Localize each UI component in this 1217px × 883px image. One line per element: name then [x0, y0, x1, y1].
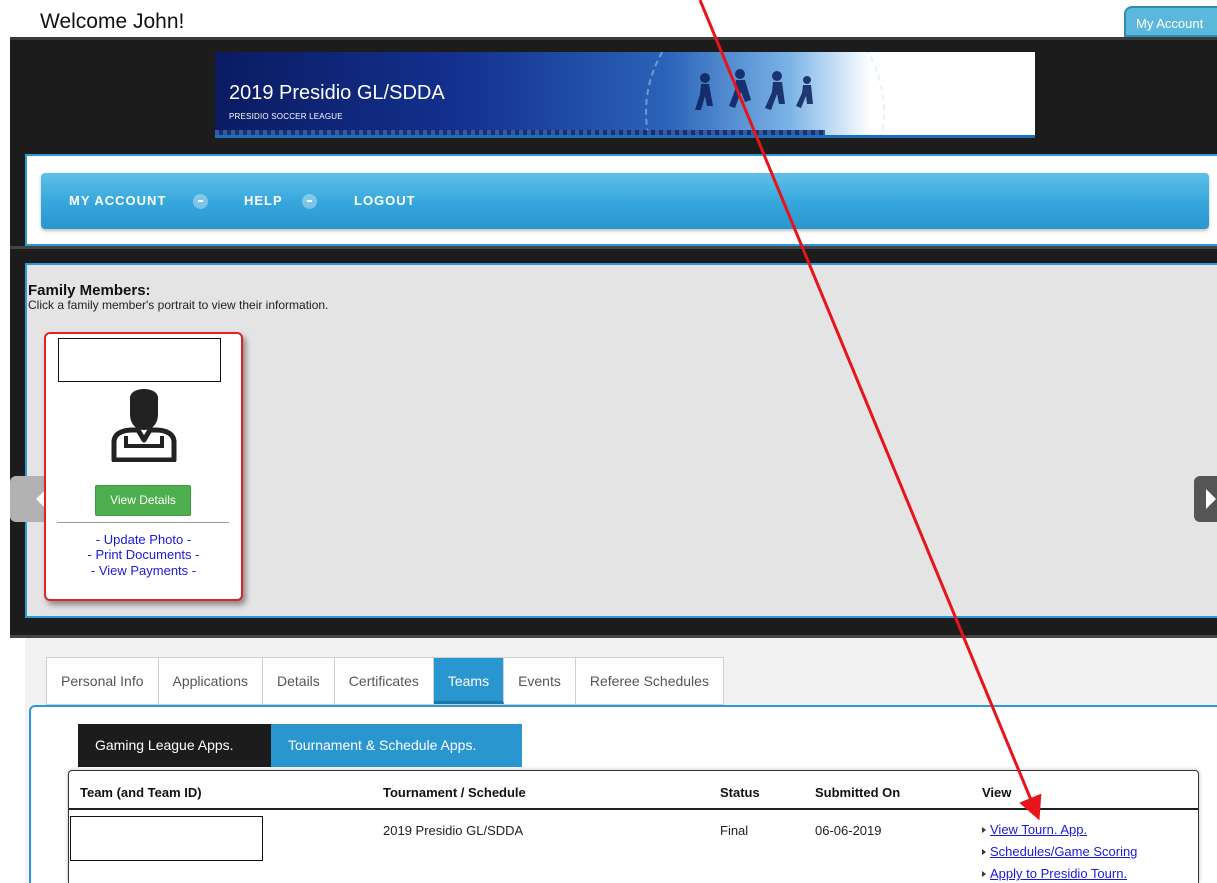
update-photo-link[interactable]: - Update Photo - — [46, 532, 241, 547]
row-status: Final — [720, 823, 749, 838]
welcome-message: Welcome John! — [40, 10, 185, 33]
member-name-redacted — [58, 338, 221, 382]
column-header-team: Team (and Team ID) — [80, 785, 202, 800]
column-header-submitted-on: Submitted On — [815, 785, 901, 800]
tab-details[interactable]: Details — [263, 658, 335, 704]
nav-my-account[interactable]: MY ACCOUNT — [69, 193, 166, 208]
view-payments-link[interactable]: - View Payments - — [46, 563, 241, 578]
tab-events[interactable]: Events — [504, 658, 576, 704]
column-header-status: Status — [720, 785, 760, 800]
row-submitted-on: 06-06-2019 — [815, 823, 882, 838]
schedules-game-scoring-link[interactable]: Schedules/Game Scoring — [982, 844, 1137, 859]
separator — [10, 246, 1217, 263]
chevron-down-icon[interactable] — [302, 194, 317, 209]
tab-personal-info[interactable]: Personal Info — [47, 658, 159, 704]
tab-certificates[interactable]: Certificates — [335, 658, 434, 704]
view-details-button[interactable]: View Details — [95, 485, 191, 516]
soccer-players-graphic — [695, 69, 813, 110]
view-tourn-app-link[interactable]: View Tourn. App. — [982, 822, 1087, 837]
banner-title: 2019 Presidio GL/SDDA — [229, 82, 445, 104]
family-members-instructions: Click a family member's portrait to view… — [28, 298, 329, 312]
tab-teams[interactable]: Teams — [433, 658, 505, 704]
left-rail — [10, 147, 25, 627]
apply-to-presidio-tourn-link[interactable]: Apply to Presidio Tourn. — [982, 866, 1127, 881]
column-header-view: View — [982, 785, 1012, 800]
nav-logout[interactable]: LOGOUT — [354, 193, 416, 208]
family-members-title: Family Members: — [28, 282, 151, 299]
table-header-rule — [69, 808, 1198, 810]
my-account-button[interactable]: My Account — [1124, 6, 1217, 37]
chevron-down-icon[interactable] — [193, 194, 208, 209]
print-documents-link[interactable]: - Print Documents - — [46, 547, 241, 562]
separator — [10, 618, 1217, 638]
league-banner: 2019 Presidio GL/SDDA PRESIDIO SOCCER LE… — [215, 52, 1035, 138]
banner-subtitle: PRESIDIO SOCCER LEAGUE — [229, 112, 343, 121]
main-nav-bar: MY ACCOUNT HELP LOGOUT — [41, 173, 1209, 229]
column-header-tournament: Tournament / Schedule — [383, 785, 526, 800]
tab-applications[interactable]: Applications — [159, 658, 263, 704]
nav-help[interactable]: HELP — [244, 193, 283, 208]
banner-underline — [215, 135, 1035, 138]
subtab-gaming-league-apps[interactable]: Gaming League Apps. — [78, 724, 271, 767]
team-name-redacted — [70, 816, 263, 861]
carousel-next-arrow-icon[interactable] — [1194, 476, 1217, 522]
member-tabs: Personal Info Applications Details Certi… — [46, 657, 724, 705]
subtab-tournament-schedule-apps[interactable]: Tournament & Schedule Apps. — [271, 724, 522, 767]
card-divider — [57, 522, 229, 523]
member-portrait-icon[interactable] — [108, 380, 180, 462]
row-tournament: 2019 Presidio GL/SDDA — [383, 823, 524, 838]
teams-subtabs: Gaming League Apps. Tournament & Schedul… — [78, 724, 522, 767]
tab-referee-schedules[interactable]: Referee Schedules — [576, 658, 723, 704]
